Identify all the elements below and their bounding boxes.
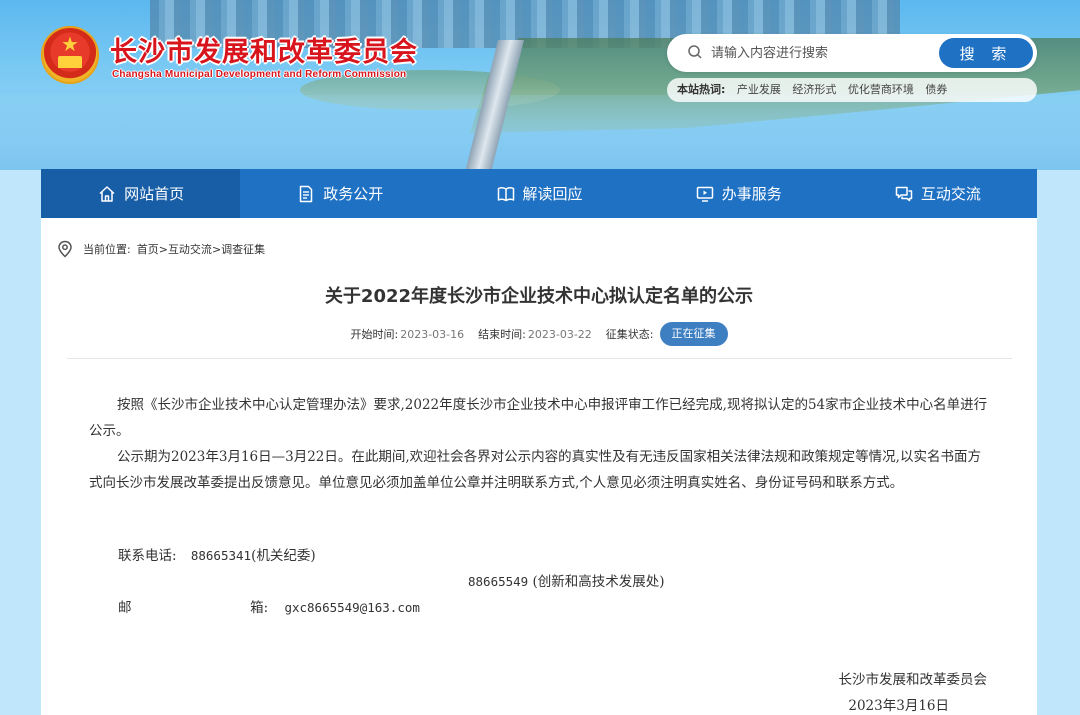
hot-word[interactable]: 产业发展: [737, 83, 781, 96]
hot-words-bar: 本站热词: 产业发展 经济形式 优化营商环境 债券: [667, 78, 1037, 102]
hot-word[interactable]: 经济形式: [792, 83, 836, 96]
contact-phone-row-2: 88665549 (创新和高技术发展处): [468, 570, 665, 590]
phone-number: 88665549: [468, 574, 529, 589]
breadcrumb-prefix: 当前位置:: [83, 243, 131, 256]
paragraph: 按照《长沙市企业技术中心认定管理办法》要求,2022年度长沙市企业技术中心申报评…: [89, 397, 988, 439]
nav-label: 解读回应: [522, 185, 583, 203]
start-time-label: 开始时间:: [350, 328, 399, 341]
river: [0, 95, 1080, 170]
chat-icon: [895, 186, 913, 201]
nav-label: 网站首页: [124, 185, 185, 203]
phone-number: 88665341: [190, 548, 252, 563]
signature: 长沙市发展和改革委员会: [838, 672, 988, 688]
nav-label: 互动交流: [920, 185, 981, 203]
hot-word[interactable]: 债券: [925, 83, 947, 96]
divider: [67, 358, 1012, 359]
nav-label: 政务公开: [323, 185, 384, 203]
article-body: 按照《长沙市企业技术中心认定管理办法》要求,2022年度长沙市企业技术中心申报评…: [89, 392, 989, 496]
phone-note: (创新和高技术发展处): [532, 574, 665, 590]
breadcrumb-separator: >: [158, 242, 168, 256]
email-label-second: 箱:: [250, 600, 269, 616]
article-meta: 开始时间: 2023-03-16 结束时间: 2023-03-22 征集状态: …: [41, 322, 1037, 346]
nav-item-home[interactable]: 网站首页: [41, 169, 241, 218]
content-panel: 当前位置: 首页 > 互动交流 > 调查征集 关于2022年度长沙市企业技术中心…: [41, 218, 1037, 715]
phone-note: (机关纪委): [251, 548, 316, 564]
site-title[interactable]: 长沙市发展和改革委员会: [110, 30, 418, 69]
search-box: 搜 索: [667, 34, 1037, 72]
hot-word[interactable]: 优化营商环境: [848, 83, 914, 96]
site-subtitle: Changsha Municipal Development and Refor…: [112, 69, 407, 80]
location-pin-icon: [58, 240, 72, 258]
breadcrumb: 当前位置: 首页 > 互动交流 > 调查征集: [57, 240, 265, 258]
breadcrumb-survey[interactable]: 调查征集: [221, 241, 265, 257]
header-banner: ★ 长沙市发展和改革委员会 Changsha Municipal Develop…: [0, 0, 1080, 170]
document-icon: [300, 185, 313, 202]
end-time-label: 结束时间:: [478, 328, 526, 341]
contact-email-row: 邮 箱: gxc8665549@163.com: [118, 596, 420, 616]
breadcrumb-interaction[interactable]: 互动交流: [168, 241, 212, 257]
hot-words-label: 本站热词:: [677, 83, 726, 96]
start-time-value: 2023-03-16: [400, 327, 465, 341]
nav-item-interpretation[interactable]: 解读回应: [439, 169, 638, 218]
contact-phone-row: 联系电话: 88665341(机关纪委): [118, 544, 316, 564]
monitor-icon: [696, 186, 713, 202]
publish-date: 2023年3月16日: [848, 698, 949, 714]
phone-label: 联系电话:: [118, 548, 177, 564]
article-title: 关于2022年度长沙市企业技术中心拟认定名单的公示: [324, 286, 754, 307]
home-icon: [99, 185, 115, 202]
paragraph: 公示期为2023年3月16日—3月22日。在此期间,欢迎社会各界对公示内容的真实…: [89, 449, 981, 491]
search-input[interactable]: [709, 40, 953, 66]
search-button[interactable]: 搜 索: [939, 38, 1033, 68]
search-icon: [688, 45, 702, 59]
book-icon: [497, 186, 514, 201]
national-emblem-icon[interactable]: ★: [41, 26, 99, 84]
email-address[interactable]: gxc8665549@163.com: [284, 600, 419, 615]
nav-item-interaction[interactable]: 互动交流: [838, 169, 1037, 218]
nav-item-gov-info[interactable]: 政务公开: [240, 169, 439, 218]
end-time-value: 2023-03-22: [527, 327, 592, 341]
main-nav: 网站首页 政务公开 解读回应 办事服务 互动交流: [41, 169, 1037, 218]
email-label-first: 邮: [118, 600, 132, 616]
status-label: 征集状态:: [605, 328, 654, 341]
nav-label: 办事服务: [721, 185, 782, 203]
breadcrumb-home[interactable]: 首页: [137, 241, 159, 257]
breadcrumb-separator: >: [211, 242, 222, 256]
nav-item-services[interactable]: 办事服务: [639, 169, 838, 218]
status-badge: 正在征集: [659, 322, 728, 346]
